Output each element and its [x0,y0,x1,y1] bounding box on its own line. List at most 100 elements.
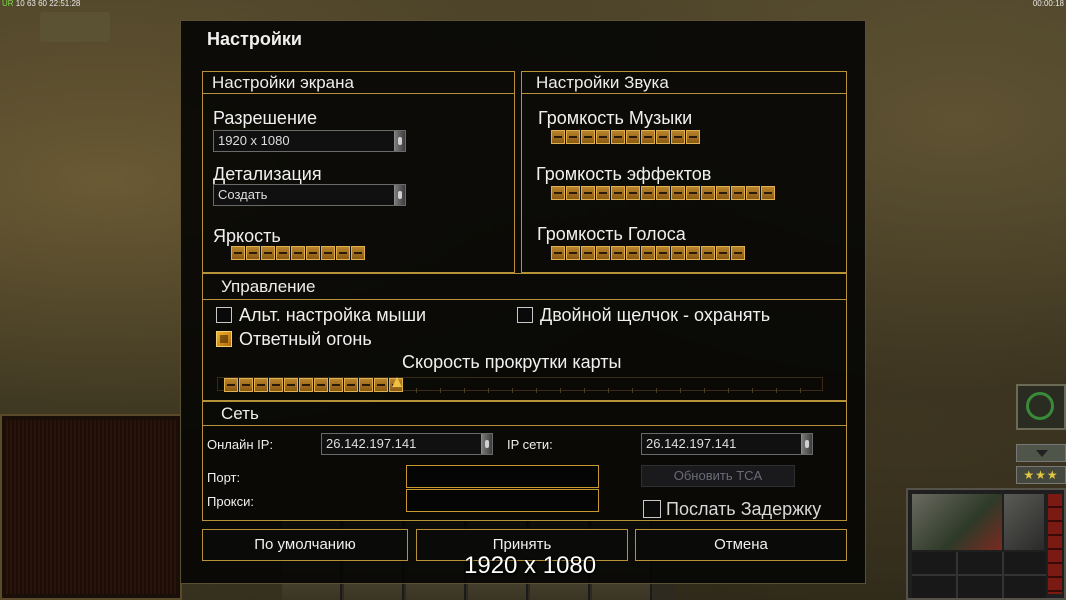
music-volume-label: Громкость Музыки [538,108,693,128]
screen-settings-section: Настройки экрана Разрешение 1920 x 1080 … [202,71,515,273]
slider-segment [581,246,595,260]
power-bar [1048,494,1062,594]
alt-mouse-checkbox[interactable] [216,307,232,323]
section-header: Сеть [203,402,846,426]
detail-label: Детализация [213,164,322,184]
slider-segment [671,246,685,260]
slider-track-tick [776,388,777,393]
return-fire-label: Ответный огонь [239,329,372,349]
dropdown-scroll-icon[interactable] [394,131,405,151]
slider-track-tick [416,388,417,393]
slider-segment [761,186,775,200]
slider-segment [626,130,640,144]
slider-segment [351,246,365,260]
detail-dropdown[interactable]: Создать [213,184,406,206]
online-ip-label: Онлайн IP: [207,437,274,452]
slider-segment [641,186,655,200]
dropdown-scroll-icon[interactable] [481,434,492,454]
scroll-speed-label: Скорость прокрутки карты [402,352,622,372]
unit-portrait[interactable] [1004,494,1044,550]
music-volume-slider[interactable] [545,130,855,144]
slider-track-tick [752,388,753,393]
online-ip-dropdown[interactable]: 26.142.197.141 [321,433,493,455]
slider-segment [344,378,358,392]
voice-volume-slider[interactable] [545,246,855,260]
slider-segment [731,246,745,260]
slider-segment [551,130,565,144]
slider-track-tick [512,388,513,393]
section-header: Настройки экрана [203,72,514,94]
scroll-speed-slider[interactable] [217,377,823,393]
dropdown-scroll-icon[interactable] [394,185,405,205]
net-ip-dropdown[interactable]: 26.142.197.141 [641,433,813,455]
slider-segment [299,378,313,392]
minimap[interactable] [0,414,182,600]
slider-segment [731,186,745,200]
slider-track-tick [584,388,585,393]
slider-track-tick [728,388,729,393]
slider-track-tick [632,388,633,393]
slider-segment [231,246,245,260]
slider-segment [239,378,253,392]
slider-segment [359,378,373,392]
port-input[interactable] [406,465,599,488]
command-grid[interactable] [912,552,1046,598]
radar-button[interactable] [1016,384,1066,430]
slider-segment [246,246,260,260]
dropdown-scroll-icon[interactable] [801,434,812,454]
default-button[interactable]: По умолчанию [202,529,408,561]
slider-track-tick [656,388,657,393]
slider-segment [581,130,595,144]
net-ip-value: 26.142.197.141 [646,436,737,451]
slider-segment [611,130,625,144]
resolution-value: 1920 x 1080 [218,133,290,148]
cancel-button[interactable]: Отмена [635,529,847,561]
slider-segment [611,186,625,200]
background-vehicle [40,12,110,42]
dialog-title: Настройки [207,29,302,49]
update-tca-button[interactable]: Обновить TCA [641,465,795,487]
unit-panel [906,488,1066,600]
control-section: Управление Альт. настройка мыши Двойной … [202,273,847,401]
options-dialog: Настройки Настройки экрана Разрешение 19… [180,20,866,584]
slider-segment [701,186,715,200]
radar-icon [1026,392,1054,420]
brightness-slider[interactable] [225,246,483,260]
slider-segment [306,246,320,260]
slider-track-tick [680,388,681,393]
chevron-down-icon[interactable] [1016,444,1066,462]
slider-segment [566,130,580,144]
port-label: Порт: [207,470,241,485]
game-timer: 00:00:18 [1032,0,1064,8]
rank-stars[interactable]: ★★★ [1016,466,1066,484]
resolution-label: Разрешение [213,108,317,128]
slider-segment [656,130,670,144]
double-click-label: Двойной щелчок - охранять [540,305,771,325]
slider-segment [269,378,283,392]
send-delay-checkbox[interactable] [643,500,661,518]
proxy-input[interactable] [406,489,599,512]
slider-segment [626,246,640,260]
slider-thumb-icon[interactable] [392,377,402,387]
unit-portrait[interactable] [912,494,1002,550]
slider-segment [566,246,580,260]
slider-segment [626,186,640,200]
slider-segment [336,246,350,260]
slider-segment [596,186,610,200]
effects-volume-slider[interactable] [545,186,855,200]
slider-segment [611,246,625,260]
slider-segment [641,130,655,144]
slider-segment [261,246,275,260]
slider-segment [291,246,305,260]
network-section: Сеть Онлайн IP: 26.142.197.141 IP сети: … [202,401,847,521]
slider-segment [746,186,760,200]
brightness-label: Яркость [213,226,281,246]
double-click-checkbox[interactable] [517,307,533,323]
sound-settings-section: Настройки Звука Громкость Музыки Громкос… [521,71,847,273]
resolution-dropdown[interactable]: 1920 x 1080 [213,130,406,152]
slider-segment [671,130,685,144]
slider-track-tick [488,388,489,393]
return-fire-checkbox[interactable] [216,331,232,347]
slider-track-tick [704,388,705,393]
slider-segment [224,378,238,392]
